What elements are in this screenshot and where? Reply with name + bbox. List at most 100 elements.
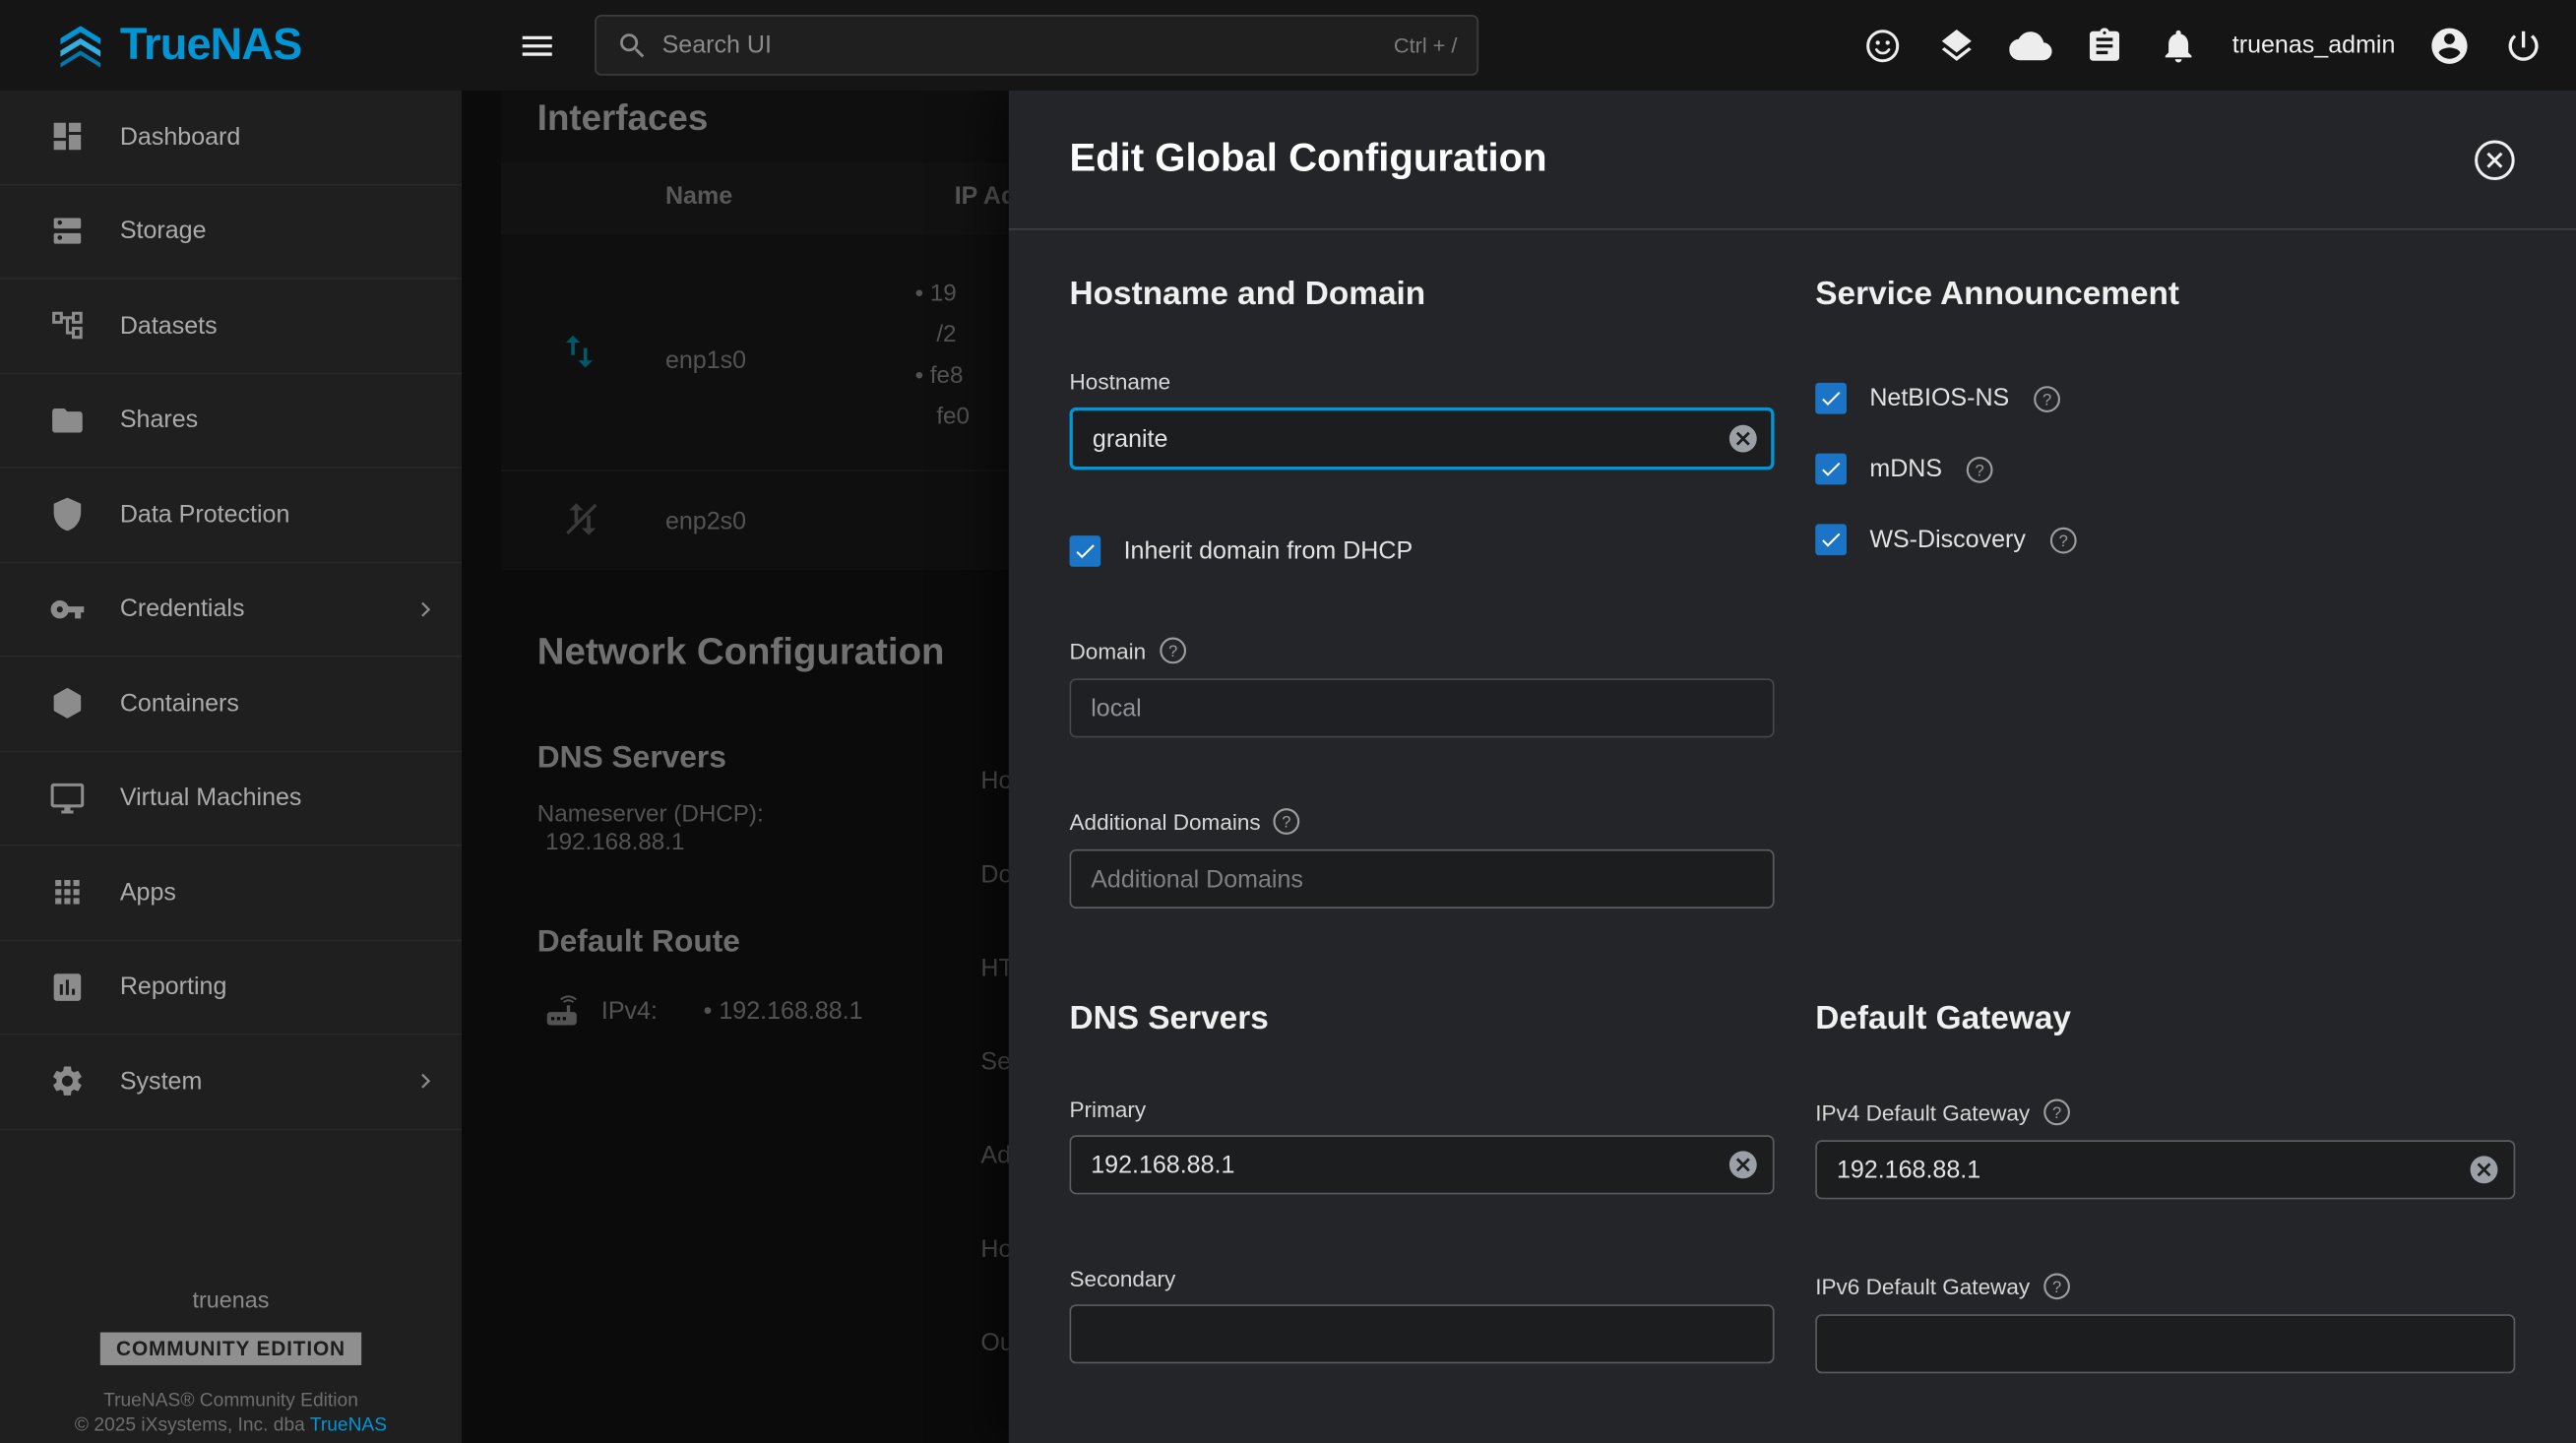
sidebar-footer: truenas COMMUNITY EDITION TrueNAS® Commu…	[0, 1286, 462, 1436]
additional-domains-help-button[interactable]: ?	[1272, 806, 1301, 836]
topbar: TrueNAS Ctrl + /	[0, 0, 2576, 91]
sidebar-item-storage[interactable]: Storage	[0, 185, 462, 280]
ipv6-gateway-input[interactable]	[1815, 1314, 2515, 1373]
section-title: DNS Servers	[1070, 1000, 1775, 1037]
copyright-truenas-link[interactable]: TrueNAS	[310, 1416, 387, 1436]
domain-input	[1070, 678, 1775, 737]
chevron-right-icon	[412, 1068, 439, 1095]
secondary-dns-label: Secondary	[1070, 1267, 1775, 1291]
modal-header: Edit Global Configuration	[1009, 91, 2576, 230]
primary-dns-label: Primary	[1070, 1098, 1775, 1122]
reporting-chart-icon	[49, 969, 86, 1005]
help-icon: ?	[2048, 525, 2078, 554]
update-available-button[interactable]	[1923, 13, 1989, 79]
sidebar-item-label: Shares	[120, 407, 198, 434]
sidebar-item-label: Dashboard	[120, 123, 240, 151]
menu-toggle-button[interactable]	[504, 13, 570, 79]
sidebar-item-shares[interactable]: Shares	[0, 374, 462, 469]
sidebar-item-label: Datasets	[120, 312, 218, 340]
clear-primary-dns-button[interactable]	[1727, 1149, 1759, 1181]
jobs-clipboard-icon	[2085, 26, 2124, 65]
help-icon: ?	[1965, 454, 1994, 483]
domain-label: Domain	[1070, 638, 1147, 662]
edition-badge[interactable]: COMMUNITY EDITION	[99, 1333, 361, 1365]
svg-text:?: ?	[2059, 531, 2068, 549]
dashboard-icon	[49, 119, 86, 156]
user-menu-button[interactable]	[2417, 13, 2482, 79]
close-button[interactable]	[2473, 137, 2517, 181]
modal-body: Hostname and Domain Hostname Inherit dom…	[1009, 230, 2576, 1374]
domain-field	[1070, 678, 1775, 737]
hostname-label: Hostname	[1070, 370, 1775, 395]
sidebar-item-datasets[interactable]: Datasets	[0, 280, 462, 374]
section-title: Hostname and Domain	[1070, 276, 1775, 313]
sidebar-item-virtual-machines[interactable]: Virtual Machines	[0, 752, 462, 847]
mdns-help-button[interactable]: ?	[1965, 454, 1994, 483]
system-gear-icon	[49, 1063, 86, 1099]
primary-dns-input[interactable]	[1070, 1135, 1775, 1194]
sidebar-item-system[interactable]: System	[0, 1035, 462, 1129]
app-root: TrueNAS Ctrl + /	[0, 0, 2576, 1443]
ipv4-gateway-label-row: IPv4 Default Gateway ?	[1815, 1098, 2515, 1127]
ipv6-gateway-field	[1815, 1314, 2515, 1373]
sidebar-item-dashboard[interactable]: Dashboard	[0, 91, 462, 185]
sidebar-item-label: Virtual Machines	[120, 784, 302, 812]
netbios-checkbox[interactable]	[1815, 383, 1847, 414]
ipv4-gateway-field	[1815, 1140, 2515, 1199]
section-dns-servers: DNS Servers Primary Secondary	[1070, 1000, 1775, 1373]
section-title: Default Gateway	[1815, 1000, 2515, 1037]
system-hostname: truenas	[0, 1286, 462, 1313]
ipv4-gateway-input[interactable]	[1815, 1140, 2515, 1199]
truenas-logo[interactable]: TrueNAS	[0, 20, 462, 71]
sidebar-item-label: Storage	[120, 218, 207, 245]
svg-text:?: ?	[1976, 461, 1984, 479]
additional-domains-input[interactable]	[1070, 849, 1775, 909]
sidebar-item-label: Credentials	[120, 596, 245, 623]
search-shortcut-hint: Ctrl + /	[1394, 32, 1458, 57]
sidebar-item-label: Data Protection	[120, 501, 290, 529]
sidebar-item-credentials[interactable]: Credentials	[0, 563, 462, 658]
clear-icon	[2468, 1154, 2500, 1186]
sidebar-item-data-protection[interactable]: Data Protection	[0, 469, 462, 563]
data-protection-shield-icon	[49, 496, 86, 533]
search-input[interactable]	[662, 31, 1381, 59]
shares-folder-icon	[49, 402, 86, 438]
sidebar-item-reporting[interactable]: Reporting	[0, 941, 462, 1035]
svg-text:?: ?	[2051, 1103, 2060, 1122]
svg-text:?: ?	[2051, 1278, 2060, 1296]
truecommand-button[interactable]	[1997, 13, 2063, 79]
domain-help-button[interactable]: ?	[1158, 636, 1187, 665]
alerts-bell-icon	[2159, 26, 2198, 65]
jobs-button[interactable]	[2071, 13, 2137, 79]
sidebar-item-apps[interactable]: Apps	[0, 847, 462, 941]
product-line: TrueNAS® Community Edition	[0, 1392, 462, 1412]
wsdiscovery-checkbox[interactable]	[1815, 524, 1847, 555]
copyright-line: © 2025 iXsystems, Inc. dba TrueNAS	[0, 1416, 462, 1436]
modal-title: Edit Global Configuration	[1070, 137, 1547, 183]
clear-hostname-button[interactable]	[1727, 422, 1759, 455]
sidebar-item-containers[interactable]: Containers	[0, 658, 462, 752]
additional-domains-field	[1070, 849, 1775, 909]
logged-in-username: truenas_admin	[2232, 31, 2396, 59]
power-menu-button[interactable]	[2490, 13, 2556, 79]
sidebar-item-label: Apps	[120, 879, 176, 907]
ipv4-gateway-help-button[interactable]: ?	[2042, 1098, 2071, 1127]
secondary-dns-input[interactable]	[1070, 1304, 1775, 1363]
storage-icon	[49, 214, 86, 250]
hostname-input[interactable]	[1070, 408, 1775, 470]
edit-global-configuration-modal: Edit Global Configuration Hostname and D…	[1009, 91, 2576, 1443]
truenas-logo-icon	[56, 21, 105, 70]
inherit-domain-checkbox[interactable]	[1070, 535, 1101, 567]
wsdiscovery-help-button[interactable]: ?	[2048, 525, 2078, 554]
sidebar: Dashboard Storage Datasets Shares Data P…	[0, 91, 462, 1443]
feedback-button[interactable]	[1850, 13, 1916, 79]
ipv4-gateway-label: IPv4 Default Gateway	[1815, 1099, 2030, 1124]
mdns-checkbox[interactable]	[1815, 454, 1847, 485]
alerts-button[interactable]	[2145, 13, 2211, 79]
sidebar-item-label: System	[120, 1067, 202, 1095]
netbios-help-button[interactable]: ?	[2033, 384, 2062, 413]
ipv6-gateway-help-button[interactable]: ?	[2042, 1272, 2071, 1301]
ipv6-gateway-label-row: IPv6 Default Gateway ?	[1815, 1272, 2515, 1301]
topbar-actions: truenas_admin	[1850, 13, 2576, 79]
clear-ipv4-gateway-button[interactable]	[2468, 1154, 2500, 1186]
